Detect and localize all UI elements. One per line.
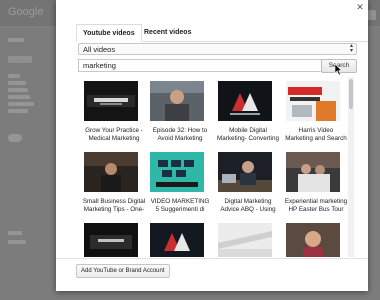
background-sidebar bbox=[0, 26, 60, 300]
video-thumbnail bbox=[150, 81, 204, 121]
dialog-footer: Add YouTube or Brand Account bbox=[56, 258, 368, 291]
results-scrollbar[interactable] bbox=[348, 77, 354, 257]
background-button bbox=[8, 56, 32, 63]
video-filter-value: All videos bbox=[83, 45, 116, 54]
video-title: Experiential marketing HP Easter Bus Tour bbox=[284, 198, 348, 213]
video-picker-dialog: ✕ Youtube videos Recent videos All video… bbox=[56, 0, 368, 291]
background-icon bbox=[8, 134, 22, 142]
video-thumbnail bbox=[84, 81, 138, 121]
close-icon[interactable]: ✕ bbox=[355, 2, 365, 12]
video-thumbnail bbox=[150, 152, 204, 192]
video-title: Grow Your Practice - Medical Marketing bbox=[85, 127, 143, 142]
background-item bbox=[8, 74, 20, 78]
scroll-thumb[interactable] bbox=[349, 79, 353, 109]
video-title: Mobile Digital Marketing- Converting bbox=[217, 127, 279, 142]
video-title: VIDEO MARKETING 5 Suggerimenti di bbox=[150, 198, 210, 213]
video-filter-select[interactable]: All videos ▴ ▾ bbox=[78, 43, 357, 55]
video-thumbnail bbox=[84, 152, 138, 192]
video-thumbnail bbox=[286, 81, 340, 121]
video-title: Harris Video Marketing and Search bbox=[285, 127, 347, 142]
video-thumbnail bbox=[150, 223, 204, 257]
background-item bbox=[8, 88, 28, 92]
video-thumbnail bbox=[218, 223, 272, 257]
select-arrows-icon: ▴ ▾ bbox=[349, 43, 353, 54]
tab-bar: Youtube videos Recent videos bbox=[76, 24, 368, 42]
video-title: Episode 32: How to Avoid Marketing bbox=[152, 127, 208, 142]
add-account-button[interactable]: Add YouTube or Brand Account bbox=[76, 264, 170, 278]
background-item bbox=[8, 231, 22, 235]
background-logo: Google bbox=[8, 6, 44, 18]
video-results-grid: Grow Your Practice - Medical Marketing Ep… bbox=[78, 77, 350, 257]
background-item bbox=[8, 109, 28, 113]
search-input[interactable] bbox=[78, 59, 328, 72]
tab-youtube-videos[interactable]: Youtube videos bbox=[76, 24, 142, 42]
video-thumbnail bbox=[286, 152, 340, 192]
background-item bbox=[8, 102, 34, 106]
video-thumbnail bbox=[286, 223, 340, 257]
background-item bbox=[8, 240, 26, 244]
video-thumbnail bbox=[218, 81, 272, 121]
video-title: Digital Marketing Advice ABQ - Using bbox=[220, 198, 276, 213]
tab-recent-videos[interactable]: Recent videos bbox=[138, 24, 197, 42]
video-thumbnail bbox=[218, 152, 272, 192]
background-item bbox=[8, 95, 30, 99]
mouse-pointer-icon bbox=[335, 64, 343, 75]
video-title: Small Business Digital Marketing Tips - O… bbox=[82, 198, 146, 213]
background-item bbox=[8, 38, 24, 42]
background-item bbox=[8, 81, 26, 85]
video-thumbnail bbox=[84, 223, 138, 257]
